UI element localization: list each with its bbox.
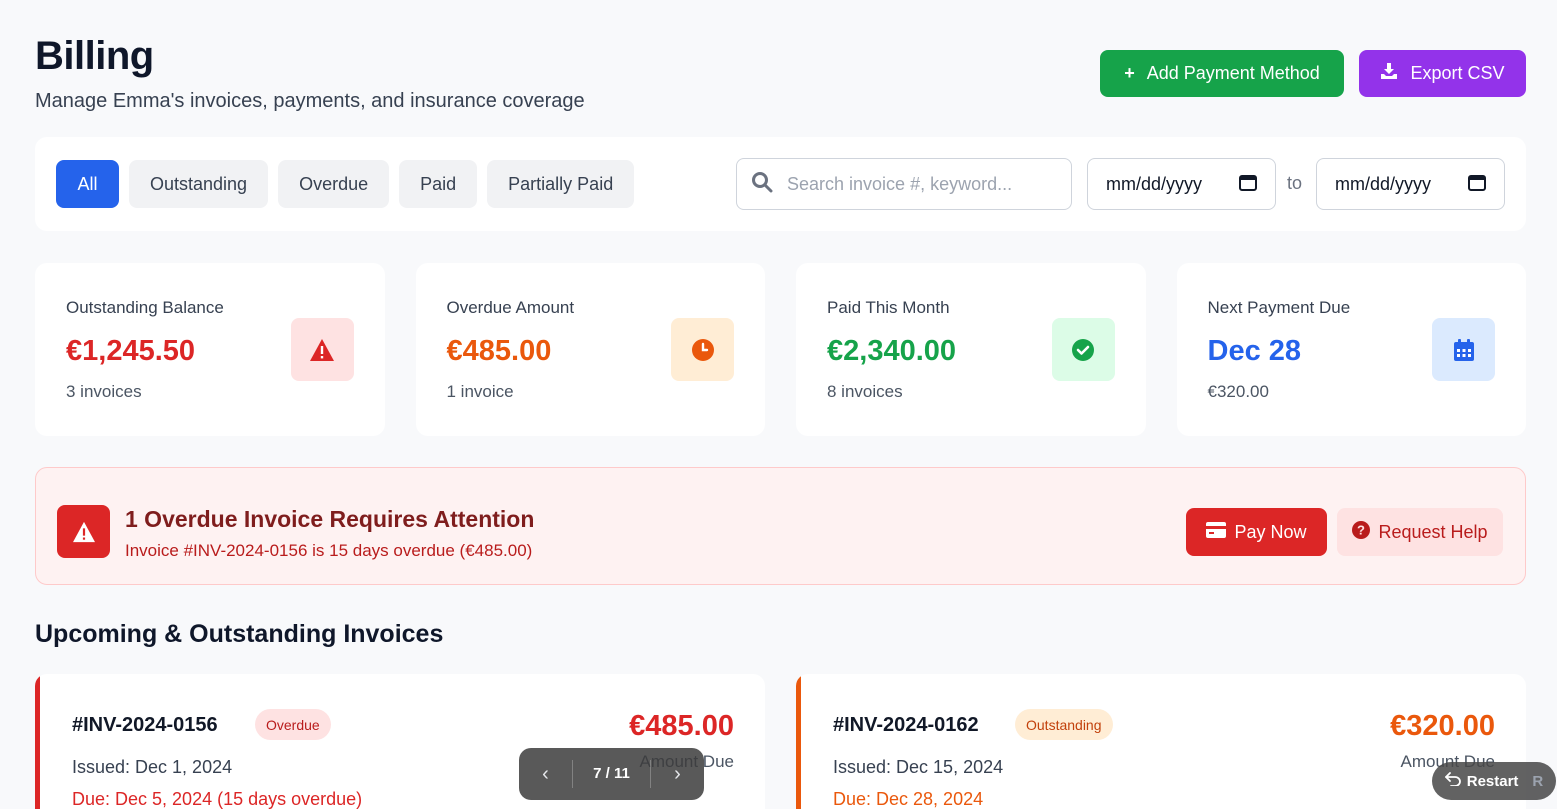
invoice-due-date: Due: Dec 5, 2024 (15 days overdue) (72, 789, 363, 809)
section-title: Upcoming & Outstanding Invoices (35, 620, 444, 648)
stat-sub: 3 invoices (66, 382, 142, 401)
stat-value: Dec 28 (1207, 335, 1302, 367)
invoice-card[interactable]: #INV-2024-0162 Outstanding €320.00 Amoun… (796, 674, 1526, 809)
invoice-issued-date: Issued: Dec 1, 2024 (72, 757, 233, 777)
clock-icon (671, 318, 734, 381)
filter-chip-outstanding[interactable]: Outstanding (129, 160, 269, 208)
alert-actions: Pay Now ? Request Help (1186, 508, 1503, 556)
stat-card-paid-this-month: Paid This Month €2,340.00 8 invoices (796, 263, 1146, 436)
warning-icon (290, 318, 354, 381)
credit-card-icon (1206, 521, 1227, 543)
invoice-issued-date: Issued: Dec 15, 2024 (833, 757, 1004, 777)
pay-now-label: Pay Now (1234, 521, 1307, 542)
header-actions: + Add Payment Method Export CSV (1100, 50, 1526, 97)
stat-label: Next Payment Due (1207, 298, 1351, 317)
filter-chip-partially-paid[interactable]: Partially Paid (487, 160, 635, 208)
question-circle-icon: ? (1352, 520, 1371, 544)
status-badge: Outstanding (1015, 709, 1113, 740)
stat-card-next-payment-due: Next Payment Due Dec 28 €320.00 (1176, 263, 1526, 436)
calendar-icon[interactable] (1239, 173, 1257, 196)
page-subtitle: Manage Emma's invoices, payments, and in… (35, 90, 585, 112)
alert-title: 1 Overdue Invoice Requires Attention (125, 506, 535, 532)
date-range-separator: to (1287, 173, 1303, 193)
invoice-list: #INV-2024-0156 Overdue €485.00 Amount Du… (35, 674, 1526, 809)
status-filter-chips: All Outstanding Overdue Paid Partially P… (56, 160, 635, 208)
stat-value: €485.00 (446, 335, 552, 367)
invoice-status-accent (796, 674, 801, 809)
restart-label: Restart (1466, 772, 1519, 790)
add-payment-method-label: Add Payment Method (1146, 63, 1320, 83)
stat-value: €2,340.00 (827, 335, 957, 367)
date-to-value: mm/dd/yyyy (1335, 173, 1432, 194)
export-csv-button[interactable]: Export CSV (1359, 50, 1526, 97)
stat-label: Outstanding Balance (66, 298, 224, 317)
chevron-left-icon[interactable]: ‹ (519, 748, 572, 800)
download-icon (1380, 62, 1398, 85)
filter-chip-overdue[interactable]: Overdue (278, 160, 390, 208)
summary-stats: Outstanding Balance €1,245.50 3 invoices… (35, 263, 1526, 436)
filter-bar: All Outstanding Overdue Paid Partially P… (35, 137, 1526, 231)
stat-label: Paid This Month (827, 298, 950, 317)
calendar-icon (1432, 318, 1495, 381)
overdue-alert-banner: 1 Overdue Invoice Requires Attention Inv… (35, 467, 1526, 585)
page-header: Billing Manage Emma's invoices, payments… (35, 34, 1526, 114)
date-from-value: mm/dd/yyyy (1106, 173, 1203, 194)
stat-card-outstanding-balance: Outstanding Balance €1,245.50 3 invoices (35, 263, 385, 436)
filter-chip-all[interactable]: All (56, 160, 119, 208)
alert-message: Invoice #INV-2024-0156 is 15 days overdu… (125, 541, 533, 560)
invoice-due-date: Due: Dec 28, 2024 (833, 789, 984, 809)
restart-button[interactable]: Restart R (1432, 762, 1556, 800)
stat-label: Overdue Amount (446, 298, 575, 317)
search-icon (751, 171, 773, 198)
chevron-right-icon[interactable]: › (651, 748, 704, 800)
invoice-status-accent (35, 674, 40, 809)
pay-now-button[interactable]: Pay Now (1186, 508, 1327, 556)
search-input[interactable] (787, 173, 1047, 195)
filter-chip-paid[interactable]: Paid (399, 160, 478, 208)
stat-card-overdue-amount: Overdue Amount €485.00 1 invoice (415, 263, 765, 436)
plus-icon: + (1124, 63, 1135, 83)
slide-counter: 7 / 11 (572, 760, 651, 788)
warning-icon (57, 505, 110, 558)
status-badge: Overdue (255, 709, 331, 740)
search-box (736, 158, 1072, 210)
svg-text:?: ? (1357, 522, 1365, 537)
stat-sub: 1 invoice (446, 382, 514, 401)
add-payment-method-button[interactable]: + Add Payment Method (1100, 50, 1344, 97)
scrollbar[interactable] (1557, 0, 1563, 809)
invoice-number: #INV-2024-0156 (72, 714, 218, 736)
invoice-amount: €485.00 (629, 710, 734, 742)
date-from-input[interactable]: mm/dd/yyyy (1087, 158, 1276, 210)
date-to-input[interactable]: mm/dd/yyyy (1316, 158, 1505, 210)
request-help-button[interactable]: ? Request Help (1337, 508, 1503, 556)
stat-sub: €320.00 (1207, 382, 1269, 401)
stat-sub: 8 invoices (827, 382, 903, 401)
restart-shortcut-key: R (1532, 772, 1544, 790)
check-circle-icon (1051, 318, 1115, 381)
calendar-icon[interactable] (1468, 173, 1486, 196)
invoice-number: #INV-2024-0162 (833, 714, 979, 736)
undo-icon (1444, 772, 1461, 790)
export-csv-label: Export CSV (1410, 63, 1505, 83)
slide-pager: ‹ 7 / 11 › (519, 748, 704, 800)
request-help-label: Request Help (1378, 521, 1488, 542)
invoice-amount: €320.00 (1390, 710, 1495, 742)
stat-value: €1,245.50 (66, 335, 196, 367)
